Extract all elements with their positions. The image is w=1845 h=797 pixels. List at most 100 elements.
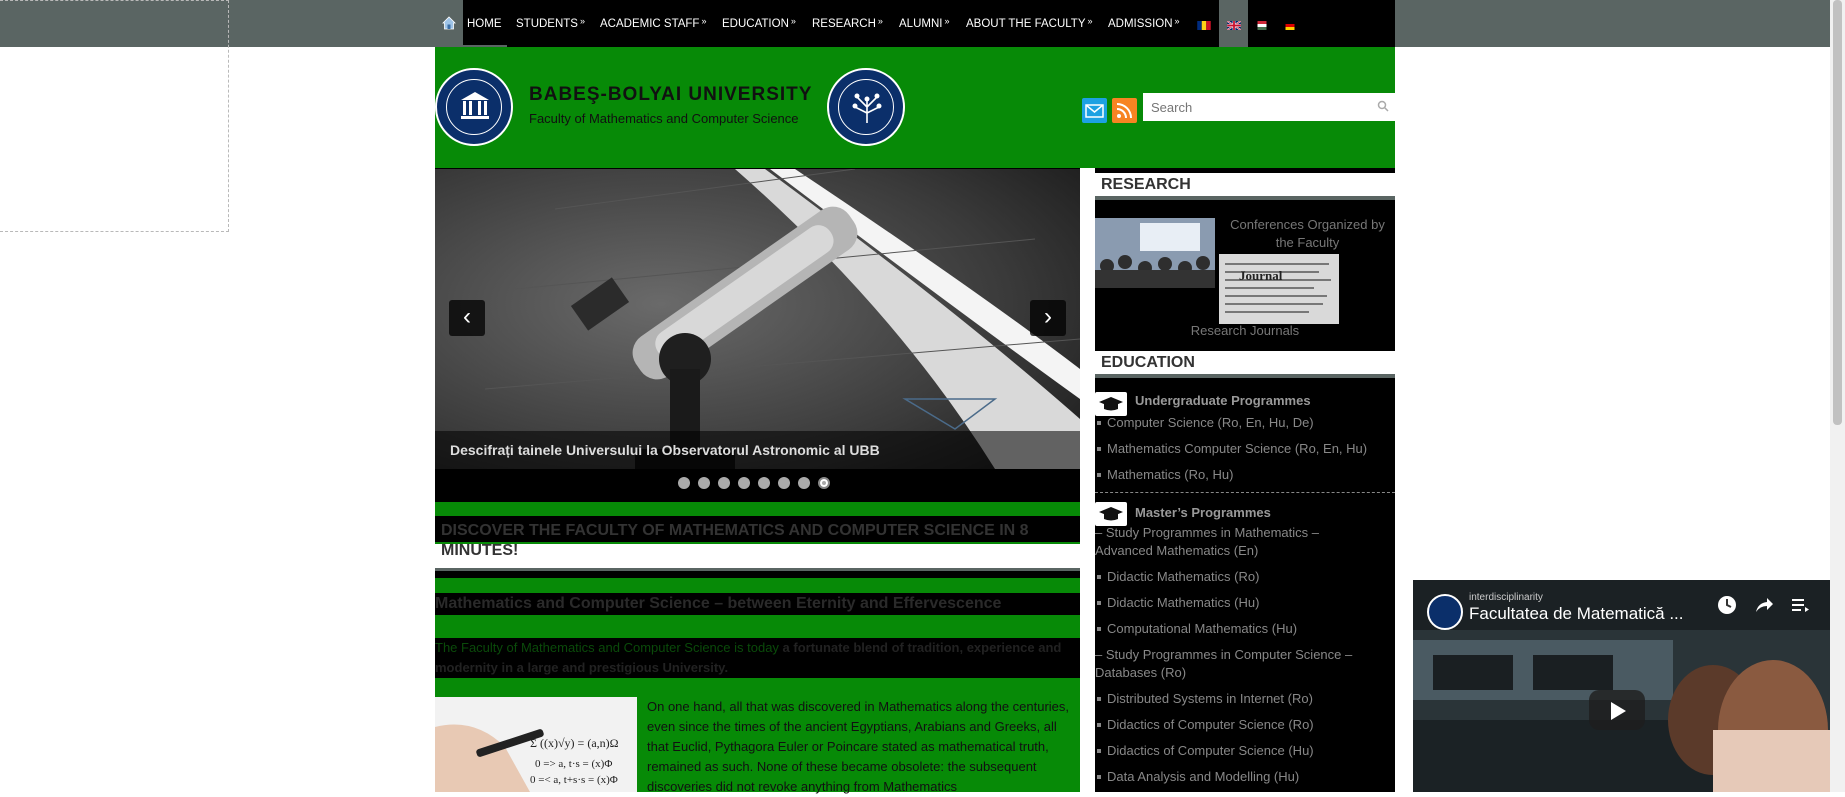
- nav-education[interactable]: EDUCATION»: [722, 0, 796, 47]
- slider-dot[interactable]: [778, 477, 790, 489]
- play-button[interactable]: [1589, 690, 1645, 730]
- faculty-seal-logo[interactable]: [827, 68, 905, 146]
- undergrad-item[interactable]: Mathematics Computer Science (Ro, En, Hu…: [1095, 440, 1395, 458]
- journals-link[interactable]: Research Journals: [1095, 323, 1395, 338]
- playlist-icon[interactable]: [1789, 594, 1811, 616]
- search-icon[interactable]: [1377, 100, 1389, 112]
- mail-button[interactable]: [1082, 98, 1107, 123]
- graduation-cap-icon: [1095, 392, 1127, 416]
- channel-logo[interactable]: [1427, 594, 1463, 630]
- slide-caption[interactable]: Descifrați tainele Universului la Observ…: [435, 431, 1080, 469]
- bullet: [1097, 723, 1101, 727]
- graduation-cap-icon: [1095, 502, 1127, 526]
- intro-paragraph: The Faculty of Mathematics and Computer …: [435, 638, 1080, 678]
- nav-home[interactable]: HOME: [463, 0, 507, 47]
- masters-heading[interactable]: Master’s Programmes: [1135, 505, 1271, 520]
- submenu-arrow-icon: »: [944, 16, 950, 26]
- masters-item[interactable]: Didactic Mathematics (Ro): [1095, 568, 1395, 586]
- link-text: Didactics of Computer Science (Ro): [1107, 717, 1314, 732]
- nav-label: ABOUT THE FACULTY: [966, 18, 1086, 30]
- slider-dot-active[interactable]: [818, 477, 830, 489]
- undergrad-heading[interactable]: Undergraduate Programmes: [1135, 393, 1311, 408]
- slider-dot[interactable]: [718, 477, 730, 489]
- scrollbar-thumb[interactable]: [1833, 0, 1842, 425]
- submenu-arrow-icon: »: [1174, 16, 1180, 26]
- nav-alumni[interactable]: ALUMNI»: [899, 0, 949, 47]
- slide-image-telescope[interactable]: [435, 169, 1080, 469]
- slider-dot[interactable]: [678, 477, 690, 489]
- slider-dot[interactable]: [798, 477, 810, 489]
- discover-heading-box: DISCOVER THE FACULTY OF MATHEMATICS AND …: [435, 516, 1080, 568]
- video-channel: interdisciplinarity: [1469, 592, 1543, 603]
- nav-admission[interactable]: ADMISSION»: [1108, 0, 1180, 47]
- flag-ro-icon[interactable]: [1197, 21, 1211, 30]
- masters-item[interactable]: Didactics of Computer Science (Ro): [1095, 716, 1395, 734]
- nav-home-label: HOME: [467, 18, 502, 30]
- page-scrollbar[interactable]: [1830, 0, 1845, 792]
- bullet: [1097, 575, 1101, 579]
- link-text: Didactic Mathematics (Ro): [1107, 569, 1260, 584]
- home-icon-button[interactable]: [435, 0, 463, 47]
- research-widget-title: RESEARCH: [1101, 176, 1191, 193]
- share-icon[interactable]: [1753, 594, 1775, 616]
- intro-plain: The Faculty of Mathematics and Computer …: [435, 640, 783, 655]
- undergrad-item[interactable]: Computer Science (Ro, En, Hu, De): [1095, 414, 1395, 432]
- flag-de-icon[interactable]: [1283, 21, 1297, 30]
- slider-next-button[interactable]: ›: [1030, 300, 1066, 336]
- rss-button[interactable]: [1112, 98, 1137, 123]
- education-widget-header: EDUCATION: [1095, 351, 1395, 378]
- nav-students[interactable]: STUDENTS»: [516, 0, 585, 47]
- nav-academic-staff[interactable]: ACADEMIC STAFF»: [600, 0, 706, 47]
- submenu-arrow-icon: »: [579, 16, 585, 26]
- masters-item[interactable]: Didactic Mathematics (Hu): [1095, 594, 1395, 612]
- nav-label: STUDENTS: [516, 18, 578, 30]
- main-nav: HOME STUDENTS» ACADEMIC STAFF» EDUCATION…: [435, 0, 1395, 47]
- education-widget-title: EDUCATION: [1101, 354, 1195, 371]
- link-text: Computational Mathematics (Hu): [1107, 621, 1298, 636]
- link-text: Didactics of Computer Science (Hu): [1107, 743, 1314, 758]
- math-formula-image: Σ ((x)√y) = (a,n)Ω 0 => a, t·s = (x)Φ 0 …: [435, 697, 637, 792]
- submenu-arrow-icon: »: [877, 16, 883, 26]
- submenu-arrow-icon: »: [701, 16, 707, 26]
- conferences-image[interactable]: [1095, 218, 1215, 288]
- site-header: BABEŞ-BOLYAI UNIVERSITY Faculty of Mathe…: [435, 47, 1395, 168]
- search-input[interactable]: [1143, 93, 1395, 121]
- bullet: [1097, 775, 1101, 779]
- nav-research[interactable]: RESEARCH»: [812, 0, 883, 47]
- slider-dot[interactable]: [698, 477, 710, 489]
- home-icon: [442, 16, 456, 30]
- link-text: Mathematics (Ro, Hu): [1107, 467, 1234, 482]
- svg-text:0 =< a, t+s·s = (x)Φ: 0 =< a, t+s·s = (x)Φ: [530, 774, 618, 786]
- slider-dot[interactable]: [758, 477, 770, 489]
- bullet: [1097, 421, 1101, 425]
- video-title[interactable]: Facultatea de Matematică ...: [1469, 604, 1684, 624]
- discover-heading[interactable]: DISCOVER THE FACULTY OF MATHEMATICS AND …: [441, 521, 1071, 561]
- svg-text:Σ ((x)√y) = (a,n)Ω: Σ ((x)√y) = (a,n)Ω: [530, 736, 619, 750]
- seal-tree-icon: [852, 93, 882, 123]
- masters-group-cs[interactable]: – Study Programmes in Computer Science –…: [1095, 646, 1365, 682]
- clock-icon[interactable]: [1716, 594, 1738, 616]
- rss-icon: [1116, 103, 1132, 119]
- research-widget-header: RESEARCH: [1095, 173, 1395, 200]
- nav-about-faculty[interactable]: ABOUT THE FACULTY»: [966, 0, 1093, 47]
- masters-item[interactable]: Computational Mathematics (Hu): [1095, 620, 1395, 638]
- undergrad-item[interactable]: Mathematics (Ro, Hu): [1095, 466, 1395, 484]
- youtube-video-embed[interactable]: interdisciplinarity Facultatea de Matema…: [1413, 580, 1830, 792]
- flag-en-icon[interactable]: [1227, 21, 1241, 30]
- university-seal-logo[interactable]: [435, 68, 513, 146]
- bullet: [1097, 627, 1101, 631]
- flag-hu-icon[interactable]: [1255, 21, 1269, 30]
- article-body: On one hand, all that was discovered in …: [647, 699, 1070, 794]
- journals-image[interactable]: Journal: [1219, 254, 1339, 324]
- slider-prev-button[interactable]: ‹: [449, 300, 485, 336]
- bullet: [1097, 601, 1101, 605]
- slider-dot[interactable]: [738, 477, 750, 489]
- bullet: [1097, 749, 1101, 753]
- masters-group-math[interactable]: – Study Programmes in Mathematics – Adva…: [1095, 524, 1365, 560]
- link-text: Mathematics Computer Science (Ro, En, Hu…: [1107, 441, 1368, 456]
- masters-item[interactable]: Data Analysis and Modelling (Hu): [1095, 768, 1395, 786]
- seal-building-icon: [461, 92, 489, 119]
- conferences-link[interactable]: Conferences Organized by the Faculty: [1225, 216, 1390, 252]
- masters-item[interactable]: Distributed Systems in Internet (Ro): [1095, 690, 1395, 708]
- masters-item[interactable]: Didactics of Computer Science (Hu): [1095, 742, 1395, 760]
